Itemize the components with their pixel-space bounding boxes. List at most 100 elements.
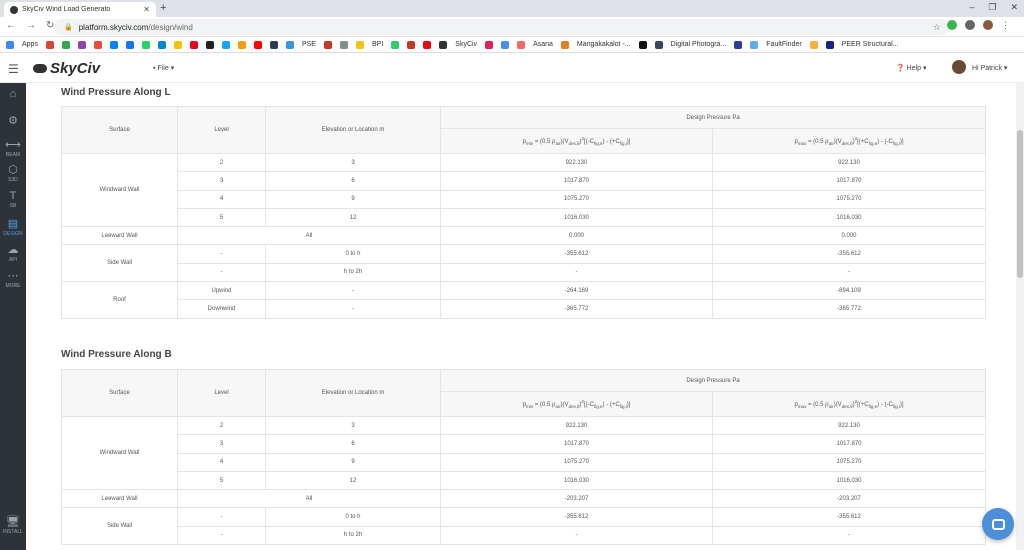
pmin-cell: -203.207 [440, 489, 713, 509]
slack-icon[interactable] [485, 40, 494, 49]
url-field[interactable]: 🔒 platform.skyciv.com/design/wind ☆ [54, 19, 949, 35]
install-icon: 🖥 [6, 516, 20, 528]
close-window-icon[interactable]: ✕ [1010, 2, 1018, 13]
drive-icon[interactable] [61, 40, 70, 49]
youtube-icon[interactable] [253, 40, 262, 49]
bookmark-icon[interactable] [391, 40, 400, 49]
avatar[interactable] [952, 60, 966, 74]
bookmark-icon[interactable] [93, 40, 102, 49]
bookmark-apps[interactable]: Apps [22, 41, 38, 48]
surface-cell: Side Wall [61, 244, 178, 283]
bookmark-digital-photography[interactable]: Digital Photogra... [671, 41, 727, 48]
bookmark-pse[interactable]: PSE [302, 41, 316, 48]
sidebar-item-api[interactable]: ☁ API [0, 243, 26, 263]
sidebar-item-home[interactable]: ⌂ [0, 88, 26, 101]
table-row: - h to 2h - - [62, 262, 987, 283]
bookmark-peer[interactable]: PEER Structural... [842, 41, 899, 48]
bookmark-bpi[interactable]: BPI [372, 41, 383, 48]
bookmark-icon[interactable] [501, 40, 510, 49]
header-surface: Surface [61, 106, 178, 154]
bookmark-icon[interactable] [77, 40, 86, 49]
close-tab-icon[interactable]: ✕ [143, 5, 150, 14]
new-tab-icon[interactable]: + [160, 2, 166, 14]
bookmark-star-icon[interactable]: ☆ [933, 22, 941, 33]
header-surface: Surface [61, 369, 178, 417]
bookmark-asana[interactable]: Asana [533, 41, 553, 48]
pmax-cell: 1075.270 [711, 452, 987, 472]
bookmark-skyciv[interactable]: SkyCiv [455, 41, 477, 48]
user-menu[interactable]: Hi Patrick ▾ [972, 64, 1007, 72]
header-elevation: Elevation or Location m [265, 106, 441, 154]
pmin-cell: 1075.270 [440, 452, 713, 472]
puzzle-icon[interactable] [965, 20, 975, 30]
api-icon: ☁ [7, 244, 19, 256]
pmin-cell: -355.612 [440, 507, 713, 527]
bookmark-icon[interactable] [809, 40, 818, 49]
wix-icon[interactable] [638, 40, 647, 49]
table-row: Side Wall - 0 to h -355.612 -355.612 [61, 244, 987, 283]
surface-cell: Roof [61, 281, 178, 319]
bookmark-icon[interactable] [269, 40, 278, 49]
telegram-icon[interactable] [157, 40, 166, 49]
bookmark-icon[interactable] [339, 40, 348, 49]
back-icon[interactable]: ← [6, 20, 16, 31]
level-cell: 3 [177, 171, 266, 191]
mangakakalot-icon [560, 40, 569, 49]
bookmark-icon[interactable] [237, 40, 246, 49]
sidebar-item-s3d[interactable]: ⬡ S3D [0, 163, 26, 183]
table-row: 5 12 1016.030 1016.030 [62, 470, 987, 491]
bookmark-faultfinder[interactable]: FaultFinder [766, 41, 801, 48]
bookmark-icon[interactable] [407, 40, 416, 49]
bookmark-mangakakalot[interactable]: Mangakakalot -... [577, 41, 631, 48]
forward-icon[interactable]: → [26, 20, 36, 31]
sidebar-item-sb[interactable]: T SB [0, 190, 26, 209]
surface-cell: Windward Wall [61, 152, 178, 228]
bookmark-icon[interactable] [734, 40, 743, 49]
browser-tab[interactable]: SkyCiv Wind Load Generato ✕ [4, 2, 156, 17]
file-menu-label: File [157, 65, 169, 72]
sidebar-item-design[interactable]: ▤ DESIGN [0, 217, 26, 237]
hamburger-menu-icon[interactable]: ☰ [8, 62, 19, 76]
profile-icon[interactable] [983, 20, 993, 30]
header-pmin: pmin = (0.5 ρair)(Vdes,θ)2[(-Cfig,e) - (… [440, 391, 713, 417]
file-menu[interactable]: ▪ File ▾ [153, 64, 174, 72]
sidebar-item-more[interactable]: ⋯ MORE [0, 269, 26, 289]
facebook-icon[interactable] [125, 40, 134, 49]
pse-icon [285, 40, 294, 49]
pmax-cell: -365.772 [711, 299, 987, 319]
pmin-cell: 1017.870 [440, 171, 713, 191]
bookmark-icon[interactable] [173, 40, 182, 49]
elevation-cell: h to 2h [265, 262, 441, 283]
messenger-icon[interactable] [109, 40, 118, 49]
pinterest-icon[interactable] [189, 40, 198, 49]
app-header: ☰ SkyCiv ▪ File ▾ ❓ Help ▾ Hi Patrick ▾ [0, 53, 1024, 83]
table-row: 4 9 1075.270 1075.270 [62, 189, 987, 209]
chat-icon [991, 518, 1005, 530]
sidebar-item-beam[interactable]: ⟷ BEAM [0, 138, 26, 158]
skyciv-logo[interactable]: SkyCiv [33, 60, 100, 77]
section-title-l: Wind Pressure Along L [61, 87, 171, 98]
extension-icon[interactable] [947, 20, 957, 30]
elevation-cell: 0 to h [265, 244, 441, 264]
whatsapp-icon[interactable] [141, 40, 150, 49]
pmin-cell: 1075.270 [440, 189, 713, 209]
chat-support-button[interactable] [982, 508, 1014, 540]
twitter-icon[interactable] [221, 40, 230, 49]
maximize-icon[interactable]: ❐ [988, 2, 996, 13]
scrollbar-thumb[interactable] [1017, 130, 1023, 278]
sidebar-item-install[interactable]: 🖥 INSTALL [0, 515, 26, 535]
netflix-icon[interactable] [423, 40, 432, 49]
gmail-icon[interactable] [45, 40, 54, 49]
tumblr-icon[interactable] [205, 40, 214, 49]
menu-dots-icon[interactable]: ⋮ [1001, 20, 1010, 31]
sidebar-item-settings[interactable]: ⚙ [0, 114, 26, 128]
help-menu[interactable]: ❓ Help ▾ [896, 64, 927, 72]
faultfinder-icon [750, 40, 759, 49]
level-cell: 4 [177, 452, 266, 472]
table-row: 5 12 1016.030 1016.030 [62, 207, 987, 228]
pmax-cell: 922.130 [711, 152, 987, 173]
sidebar-item-label: S3D [8, 177, 18, 183]
bookmark-icon[interactable] [323, 40, 332, 49]
logo-text: SkyCiv [50, 60, 101, 77]
minimize-icon[interactable]: – [969, 2, 974, 13]
